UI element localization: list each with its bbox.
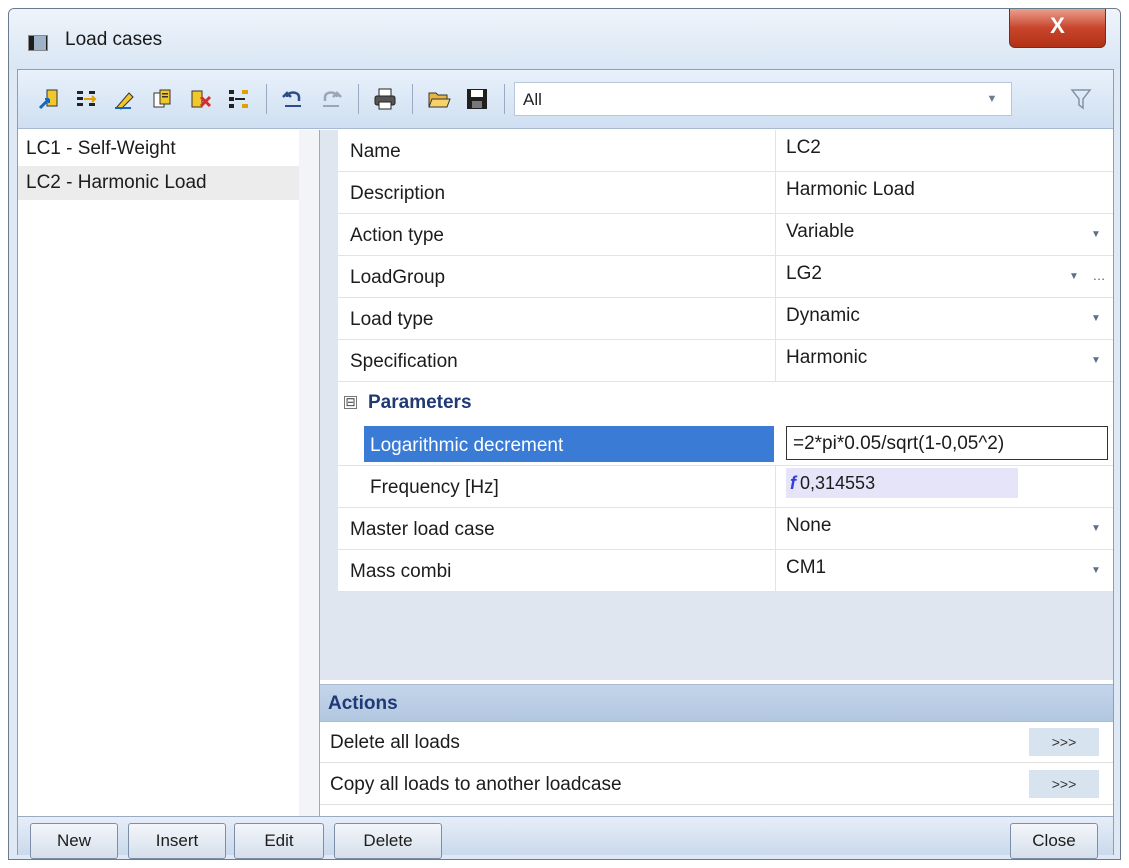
collapse-icon[interactable]: ⊟: [344, 396, 357, 409]
property-value[interactable]: CM1: [786, 557, 826, 579]
close-button[interactable]: Close: [1010, 823, 1098, 859]
property-label: Load type: [350, 309, 434, 330]
button-bar: New Insert Edit Delete Close: [18, 816, 1113, 859]
property-label: LoadGroup: [350, 267, 446, 288]
frequency-value[interactable]: f 0,314553: [786, 468, 1018, 498]
property-row-load-type: Load type Dynamic ▼: [338, 298, 1113, 340]
action-row-copy-all-loads: Copy all loads to another loadcase >>>: [320, 764, 1113, 805]
window-icon: [28, 35, 48, 51]
property-label: Logarithmic decrement: [370, 435, 564, 456]
save-icon[interactable]: [460, 82, 494, 116]
edit-icon[interactable]: [108, 82, 142, 116]
property-label: Specification: [350, 351, 458, 372]
property-value[interactable]: Dynamic: [786, 305, 860, 327]
chevron-down-icon[interactable]: ▼: [1087, 562, 1105, 580]
property-row-specification: Specification Harmonic ▼: [338, 340, 1113, 382]
property-label: Master load case: [350, 519, 495, 540]
dialog-frame: All ▼ LC1 - Self-Weight LC2 - Harmonic L…: [17, 69, 1114, 859]
formula-icon: f: [790, 473, 796, 493]
insert-icon[interactable]: [70, 82, 104, 116]
toolbar-separator: [358, 84, 359, 114]
property-label: Name: [350, 141, 401, 162]
property-label: Frequency [Hz]: [370, 477, 499, 498]
column-divider: [775, 130, 776, 172]
action-label: Copy all loads to another loadcase: [330, 774, 622, 795]
toolbar-separator: [412, 84, 413, 114]
delete-button[interactable]: Delete: [334, 823, 442, 859]
property-label: Mass combi: [350, 561, 452, 582]
title-bar: Load cases X: [9, 9, 1120, 69]
property-value[interactable]: LG2: [786, 263, 822, 285]
insert-button[interactable]: Insert: [128, 823, 226, 859]
property-value[interactable]: Harmonic Load: [786, 179, 915, 201]
window-close-button[interactable]: X: [1009, 9, 1106, 48]
chevron-down-icon[interactable]: ▼: [1087, 352, 1105, 370]
column-divider: [775, 340, 776, 382]
chevron-down-icon[interactable]: ▼: [1087, 226, 1105, 244]
property-row-description: Description Harmonic Load: [338, 172, 1113, 214]
load-cases-window: Load cases X All ▼ LC1 - Self-Weight LC2…: [8, 8, 1121, 860]
list-scrollbar[interactable]: [299, 130, 320, 816]
toolbar-separator: [266, 84, 267, 114]
delete-icon[interactable]: [184, 82, 218, 116]
property-value[interactable]: None: [786, 515, 831, 537]
chevron-down-icon[interactable]: ▼: [1087, 520, 1105, 538]
open-icon[interactable]: [422, 82, 456, 116]
toolbar-separator: [504, 84, 505, 114]
column-divider: [775, 214, 776, 256]
print-icon[interactable]: [368, 82, 402, 116]
property-panel: Name LC2 Description Harmonic Load Actio…: [320, 130, 1113, 680]
property-row-loadgroup: LoadGroup LG2 ▼ …: [338, 256, 1113, 298]
filter-icon[interactable]: [1064, 82, 1098, 116]
column-divider: [775, 466, 776, 508]
chevron-down-icon[interactable]: ▼: [981, 87, 1003, 111]
redo-icon[interactable]: [314, 82, 348, 116]
parameters-section: ⊟ Parameters: [338, 382, 1113, 424]
undo-icon[interactable]: [276, 82, 310, 116]
new-item-icon[interactable]: [32, 82, 66, 116]
action-row-delete-all-loads: Delete all loads >>>: [320, 722, 1113, 763]
ellipsis-button[interactable]: …: [1089, 268, 1109, 286]
load-case-list: LC1 - Self-Weight LC2 - Harmonic Load: [18, 130, 300, 816]
property-row-name: Name LC2: [338, 130, 1113, 172]
filter-select[interactable]: All ▼: [514, 82, 1012, 116]
tree-icon[interactable]: [222, 82, 256, 116]
filter-value: All: [523, 90, 542, 109]
property-value: 0,314553: [800, 473, 876, 493]
column-divider: [775, 508, 776, 550]
property-label: Description: [350, 183, 446, 204]
property-row-action-type: Action type Variable ▼: [338, 214, 1113, 256]
property-value[interactable]: LC2: [786, 137, 821, 159]
formula-input[interactable]: =2*pi*0.05/sqrt(1-0,05^2): [786, 426, 1108, 460]
list-item[interactable]: LC1 - Self-Weight: [18, 132, 299, 166]
column-divider: [775, 256, 776, 298]
column-divider: [775, 172, 776, 214]
section-title: Parameters: [368, 392, 472, 413]
property-value[interactable]: Harmonic: [786, 347, 867, 369]
column-divider: [775, 550, 776, 592]
property-row-mass-combi: Mass combi CM1 ▼: [338, 550, 1113, 592]
toolbar: All ▼: [18, 70, 1113, 129]
property-label: Action type: [350, 225, 444, 246]
new-button[interactable]: New: [30, 823, 118, 859]
run-action-button[interactable]: >>>: [1029, 770, 1099, 798]
property-grid: Name LC2 Description Harmonic Load Actio…: [338, 130, 1113, 592]
window-title: Load cases: [65, 29, 163, 50]
action-label: Delete all loads: [330, 732, 460, 753]
list-item-selected[interactable]: LC2 - Harmonic Load: [18, 166, 299, 200]
column-divider: [775, 298, 776, 340]
property-row-frequency: Frequency [Hz] f 0,314553: [338, 466, 1113, 508]
property-value[interactable]: Variable: [786, 221, 854, 243]
property-row-logarithmic-decrement: Logarithmic decrement =2*pi*0.05/sqrt(1-…: [338, 424, 1113, 466]
run-action-button[interactable]: >>>: [1029, 728, 1099, 756]
actions-title: Actions: [328, 693, 398, 714]
copy-icon[interactable]: [146, 82, 180, 116]
chevron-down-icon[interactable]: ▼: [1087, 310, 1105, 328]
property-row-master-load-case: Master load case None ▼: [338, 508, 1113, 550]
actions-header: Actions: [320, 684, 1113, 722]
edit-button[interactable]: Edit: [234, 823, 324, 859]
chevron-down-icon[interactable]: ▼: [1065, 268, 1083, 286]
